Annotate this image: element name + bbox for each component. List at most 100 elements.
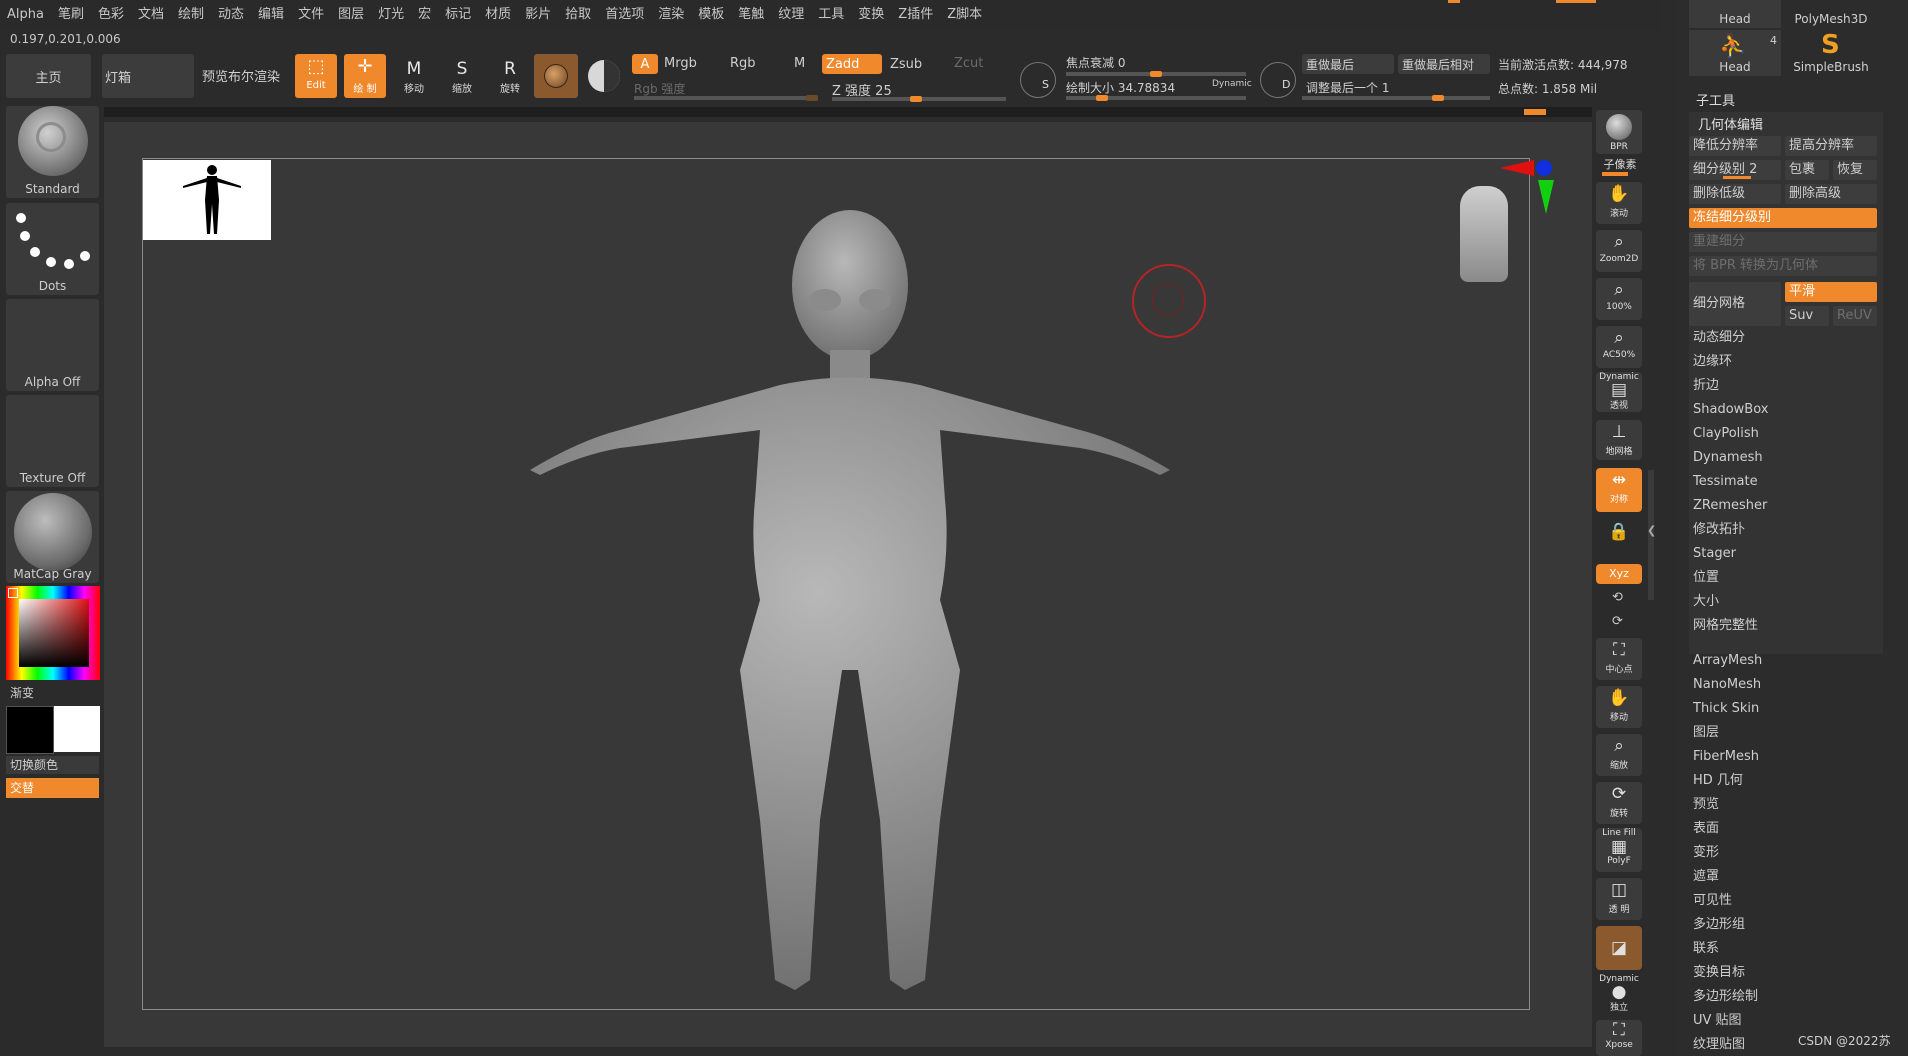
secondary-color-swatch[interactable] [54, 706, 100, 752]
zsub-toggle[interactable]: Zsub [890, 54, 922, 76]
geometry-header[interactable]: 几何体编辑 [1698, 114, 1763, 133]
dynamic-toggle[interactable]: Dynamic [1212, 79, 1252, 89]
freeze-subdivision-button[interactable]: 冻结细分级别 [1689, 208, 1877, 228]
zoom100-button[interactable]: ⌕ 100% [1596, 278, 1642, 320]
menu-zscript[interactable]: Z脚本 [940, 0, 989, 30]
menu-stencil[interactable]: 模板 [691, 0, 731, 30]
lower-res-button[interactable]: 降低分辨率 [1689, 136, 1781, 156]
delete-lower-button[interactable]: 删除低级 [1689, 184, 1781, 204]
preview-bool-button[interactable]: 预览布尔渲染 [202, 66, 280, 85]
crease-item[interactable]: 折边 [1689, 375, 1883, 397]
subpixel-label[interactable]: 子像素 [1598, 156, 1642, 172]
thick-skin-item[interactable]: Thick Skin [1693, 698, 1759, 720]
alpha-slot[interactable]: Alpha Off [6, 299, 99, 391]
menu-color[interactable]: 色彩 [91, 0, 131, 30]
gradient-label[interactable]: 渐变 [10, 684, 34, 701]
collapse-arrow-icon[interactable]: ❮ [1647, 524, 1656, 537]
menu-light[interactable]: 灯光 [371, 0, 411, 30]
material-slot[interactable]: MatCap Gray [6, 491, 99, 583]
ac50-button[interactable]: ⌕ AC50% [1596, 326, 1642, 368]
solo-button[interactable]: Dynamic ● 独立 [1596, 974, 1642, 1014]
color-picker[interactable] [6, 586, 100, 680]
contact-item[interactable]: 联系 [1693, 938, 1719, 960]
tool-slot-head[interactable]: Head [1689, 0, 1781, 28]
rotate-view-button[interactable]: ⟳ 旋转 [1596, 782, 1642, 824]
menu-tool[interactable]: 工具 [811, 0, 851, 30]
arraymesh-item[interactable]: ArrayMesh [1693, 650, 1762, 672]
rotate-y-icon[interactable]: ⟲ [1612, 590, 1623, 605]
polygroups-item[interactable]: 多边形组 [1693, 914, 1745, 936]
menu-document[interactable]: 文档 [131, 0, 171, 30]
timeline-ruler[interactable] [104, 107, 1592, 117]
menu-file[interactable]: 文件 [291, 0, 331, 30]
menu-texture[interactable]: 纹理 [771, 0, 811, 30]
mesh-integrity-item[interactable]: 网格完整性 [1689, 615, 1883, 637]
tessimate-item[interactable]: Tessimate [1689, 471, 1883, 493]
z-intensity-slider[interactable] [832, 96, 1006, 102]
rgb-intensity-slider[interactable] [634, 95, 818, 101]
ghost-button[interactable]: ◪ [1596, 926, 1642, 970]
menu-preferences[interactable]: 首选项 [598, 0, 651, 30]
stroke-slot[interactable]: Dots [6, 203, 99, 295]
shadowbox-item[interactable]: ShadowBox [1689, 399, 1883, 421]
brush-slot[interactable]: Standard [6, 106, 99, 198]
layers-item[interactable]: 图层 [1693, 722, 1719, 744]
texture-map-item[interactable]: 纹理贴图 [1693, 1034, 1745, 1056]
switch-color-button[interactable]: 切换颜色 [6, 756, 99, 774]
menu-draw[interactable]: 绘制 [171, 0, 211, 30]
higher-res-button[interactable]: 提高分辨率 [1785, 136, 1877, 156]
redo-last-relative-button[interactable]: 重做最后相对 [1398, 54, 1490, 74]
lightbox-button[interactable]: 灯箱 [102, 54, 194, 98]
rgb-toggle[interactable]: Rgb [730, 53, 756, 75]
m-toggle[interactable]: M [794, 53, 805, 75]
menu-edit[interactable]: 编辑 [251, 0, 291, 30]
tool-slot-polymesh3d[interactable]: PolyMesh3D [1785, 0, 1877, 28]
sdiv-slider[interactable]: 细分级别 2 [1689, 160, 1781, 180]
y-axis-icon[interactable] [1538, 180, 1554, 214]
scale-button[interactable]: S 缩放 [442, 58, 482, 98]
tool-slot-simplebrush[interactable]: S SimpleBrush [1785, 30, 1877, 76]
menu-alpha[interactable]: Alpha [0, 0, 51, 30]
s-gizmo-icon[interactable]: S [1020, 62, 1056, 98]
texture-slot[interactable]: Texture Off [6, 395, 99, 487]
divide-button[interactable]: 细分网格 [1689, 282, 1781, 326]
subtool-header[interactable]: 子工具 [1696, 90, 1735, 109]
bpr-button[interactable]: BPR [1596, 110, 1642, 154]
x-axis-icon[interactable] [1500, 160, 1534, 176]
menu-dynamics[interactable]: 动态 [211, 0, 251, 30]
menu-material[interactable]: 材质 [478, 0, 518, 30]
menu-movie[interactable]: 影片 [518, 0, 558, 30]
claypolish-item[interactable]: ClayPolish [1689, 423, 1883, 445]
mrgb-toggle[interactable]: Mrgb [664, 53, 697, 75]
restore-button[interactable]: 恢复 [1833, 160, 1877, 180]
xpose-button[interactable]: ⛶ Xpose [1596, 1020, 1642, 1056]
edit-button[interactable]: ⬚ Edit [295, 54, 337, 98]
menu-picker[interactable]: 拾取 [558, 0, 598, 30]
head-gizmo-icon[interactable] [1460, 186, 1508, 282]
fibermesh-item[interactable]: FiberMesh [1693, 746, 1759, 768]
center-button[interactable]: ⛶ 中心点 [1596, 638, 1642, 680]
menu-transform[interactable]: 变换 [851, 0, 891, 30]
surface-item[interactable]: 表面 [1693, 818, 1719, 840]
dynamesh-item[interactable]: Dynamesh [1689, 447, 1883, 469]
visibility-item[interactable]: 可见性 [1693, 890, 1732, 912]
masking-item[interactable]: 遮罩 [1693, 866, 1719, 888]
menu-macro[interactable]: 宏 [411, 0, 438, 30]
zremesher-item[interactable]: ZRemesher [1689, 495, 1883, 517]
stager-item[interactable]: Stager [1689, 543, 1883, 565]
transparent-button[interactable]: ◫ 透 明 [1596, 878, 1642, 920]
menu-layer[interactable]: 图层 [331, 0, 371, 30]
menu-stroke[interactable]: 笔触 [731, 0, 771, 30]
z-axis-icon[interactable] [1536, 160, 1552, 176]
menu-brush[interactable]: 笔刷 [51, 0, 91, 30]
uv-map-item[interactable]: UV 贴图 [1693, 1010, 1742, 1032]
rotate-z-icon[interactable]: ⟳ [1612, 614, 1623, 629]
reuv-toggle[interactable]: ReUV [1833, 306, 1877, 326]
hd-geometry-item[interactable]: HD 几何 [1693, 770, 1743, 792]
main-color-swatch[interactable] [6, 706, 54, 754]
adjust-last-slider[interactable] [1302, 95, 1490, 101]
menu-marker[interactable]: 标记 [438, 0, 478, 30]
size-item[interactable]: 大小 [1689, 591, 1883, 613]
suv-toggle[interactable]: Suv [1785, 306, 1829, 326]
sdiv-slider-knob[interactable] [1723, 176, 1751, 179]
